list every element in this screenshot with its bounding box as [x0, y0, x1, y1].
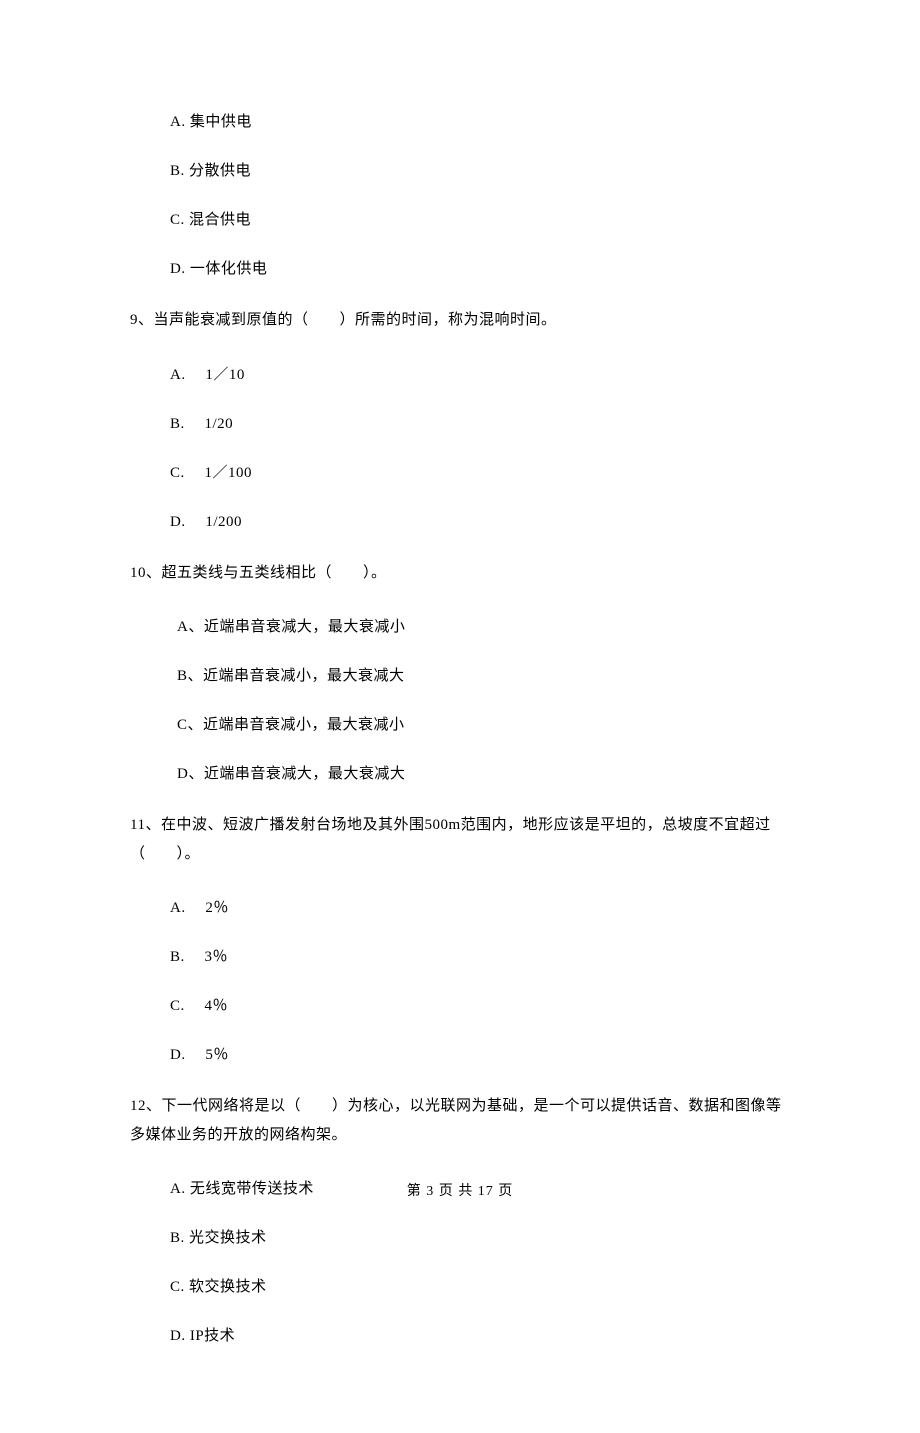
q8-option-b: B. 分散供电: [130, 159, 790, 180]
q9-stem: 9、当声能衰减到原值的（ ）所需的时间，称为混响时间。: [130, 306, 790, 335]
q10-option-b: B、近端串音衰减小，最大衰减大: [130, 664, 790, 685]
q11-option-a: A. 2％: [130, 896, 790, 917]
q12-option-d: D. IP技术: [130, 1324, 790, 1345]
q12-stem: 12、下一代网络将是以（ ）为核心，以光联网为基础，是一个可以提供话音、数据和图…: [130, 1092, 790, 1149]
q11-option-d: D. 5％: [130, 1043, 790, 1064]
q11-stem: 11、在中波、短波广播发射台场地及其外围500m范围内，地形应该是平坦的，总坡度…: [130, 811, 790, 868]
q10-option-c: C、近端串音衰减小，最大衰减小: [130, 713, 790, 734]
q9-option-a: A. 1／10: [130, 363, 790, 384]
page-content: A. 集中供电 B. 分散供电 C. 混合供电 D. 一体化供电 9、当声能衰减…: [0, 0, 920, 1433]
q8-option-d: D. 一体化供电: [130, 257, 790, 278]
q12-option-b: B. 光交换技术: [130, 1226, 790, 1247]
q8-option-c: C. 混合供电: [130, 208, 790, 229]
page-footer: 第 3 页 共 17 页: [0, 1180, 920, 1200]
q12-option-c: C. 软交换技术: [130, 1275, 790, 1296]
q9-option-b: B. 1/20: [130, 412, 790, 433]
q11-option-c: C. 4％: [130, 994, 790, 1015]
q8-option-a: A. 集中供电: [130, 110, 790, 131]
q10-stem: 10、超五类线与五类线相比（ ）。: [130, 559, 790, 588]
q9-option-d: D. 1/200: [130, 510, 790, 531]
q11-option-b: B. 3％: [130, 945, 790, 966]
q9-option-c: C. 1／100: [130, 461, 790, 482]
q10-option-a: A、近端串音衰减大，最大衰减小: [130, 615, 790, 636]
q10-option-d: D、近端串音衰减大，最大衰减大: [130, 762, 790, 783]
